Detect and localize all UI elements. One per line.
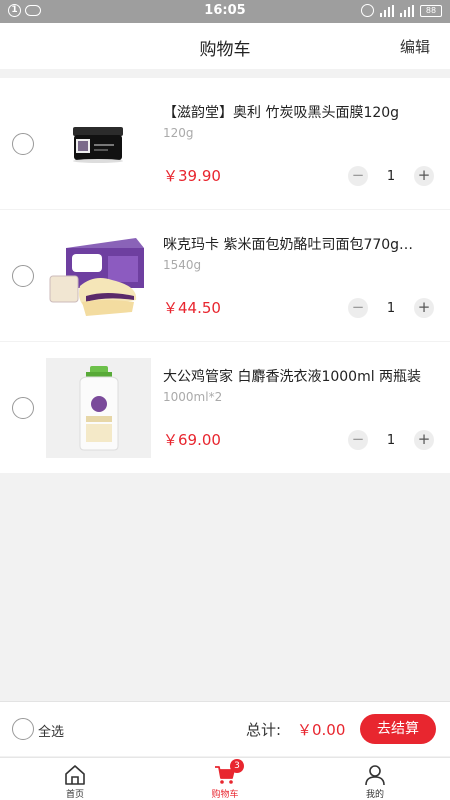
tab-mine[interactable]: 我的 (300, 758, 450, 800)
total-label: 总计: (246, 721, 282, 739)
product-spec: 1000ml*2 (163, 390, 223, 404)
tab-label: 购物车 (211, 790, 239, 800)
total-value: ￥0.00 (297, 721, 346, 739)
cart-summary-bar: 全选 总计: ￥0.00 去结算 (0, 701, 450, 756)
product-price: ￥44.50 (163, 299, 221, 317)
select-all-label[interactable]: 全选 (38, 721, 64, 740)
item-select-radio[interactable] (12, 397, 34, 419)
product-price: ￥69.00 (163, 431, 221, 449)
page-title: 购物车 (199, 40, 251, 60)
increase-button[interactable]: + (414, 430, 434, 450)
tab-home[interactable]: 首页 (0, 758, 150, 800)
product-image[interactable] (46, 226, 151, 326)
cart-item: 咪克玛卡 紫米面包奶酪吐司面包770g… 1540g ￥44.50 − 1 + (0, 210, 450, 341)
quantity-value: 1 (386, 168, 396, 184)
quantity-value: 1 (386, 432, 396, 448)
item-select-radio[interactable] (12, 133, 34, 155)
decrease-button[interactable]: − (348, 430, 368, 450)
tab-label: 首页 (65, 790, 84, 800)
increase-button[interactable]: + (414, 166, 434, 186)
alarm-icon (361, 4, 374, 17)
product-name[interactable]: 咪克玛卡 紫米面包奶酪吐司面包770g… (163, 234, 433, 254)
decrease-button[interactable]: − (348, 298, 368, 318)
quantity-stepper: − 1 + (348, 430, 434, 450)
edit-button[interactable]: 编辑 (400, 36, 430, 57)
cart-item: 【滋韵堂】奥利 竹炭吸黑头面膜120g 120g ￥39.90 − 1 + (0, 78, 450, 209)
battery-icon: 88 (420, 4, 442, 17)
cart-item: 大公鸡管家 白麝香洗衣液1000ml 两瓶装 1000ml*2 ￥69.00 −… (0, 342, 450, 473)
decrease-button[interactable]: − (348, 166, 368, 186)
tab-label: 我的 (365, 790, 384, 800)
cart-count-badge: 3 (230, 759, 244, 773)
quantity-stepper: − 1 + (348, 166, 434, 186)
item-select-radio[interactable] (12, 265, 34, 287)
status-right: 88 (361, 4, 442, 17)
user-icon (365, 765, 385, 786)
product-image[interactable] (46, 358, 151, 458)
status-bar: 1 16:05 88 (0, 0, 450, 23)
home-icon (65, 765, 85, 785)
signal-icon (380, 4, 394, 17)
select-all-radio[interactable] (12, 718, 34, 740)
product-spec: 1540g (163, 258, 202, 272)
product-spec: 120g (163, 126, 194, 140)
product-image[interactable] (46, 94, 151, 194)
cart-list: 【滋韵堂】奥利 竹炭吸黑头面膜120g 120g ￥39.90 − 1 + 咪克… (0, 78, 450, 474)
bottom-tab-bar: 首页 3 购物车 我的 (0, 757, 450, 800)
quantity-value: 1 (386, 300, 396, 316)
product-price: ￥39.90 (163, 167, 221, 185)
tab-cart[interactable]: 3 购物车 (150, 758, 300, 800)
quantity-stepper: − 1 + (348, 298, 434, 318)
checkout-button[interactable]: 去结算 (360, 714, 436, 744)
product-name[interactable]: 【滋韵堂】奥利 竹炭吸黑头面膜120g (163, 102, 433, 122)
signal-icon-2 (400, 4, 414, 17)
page-header: 购物车 编辑 (0, 23, 450, 69)
increase-button[interactable]: + (414, 298, 434, 318)
product-name[interactable]: 大公鸡管家 白麝香洗衣液1000ml 两瓶装 (163, 366, 433, 386)
